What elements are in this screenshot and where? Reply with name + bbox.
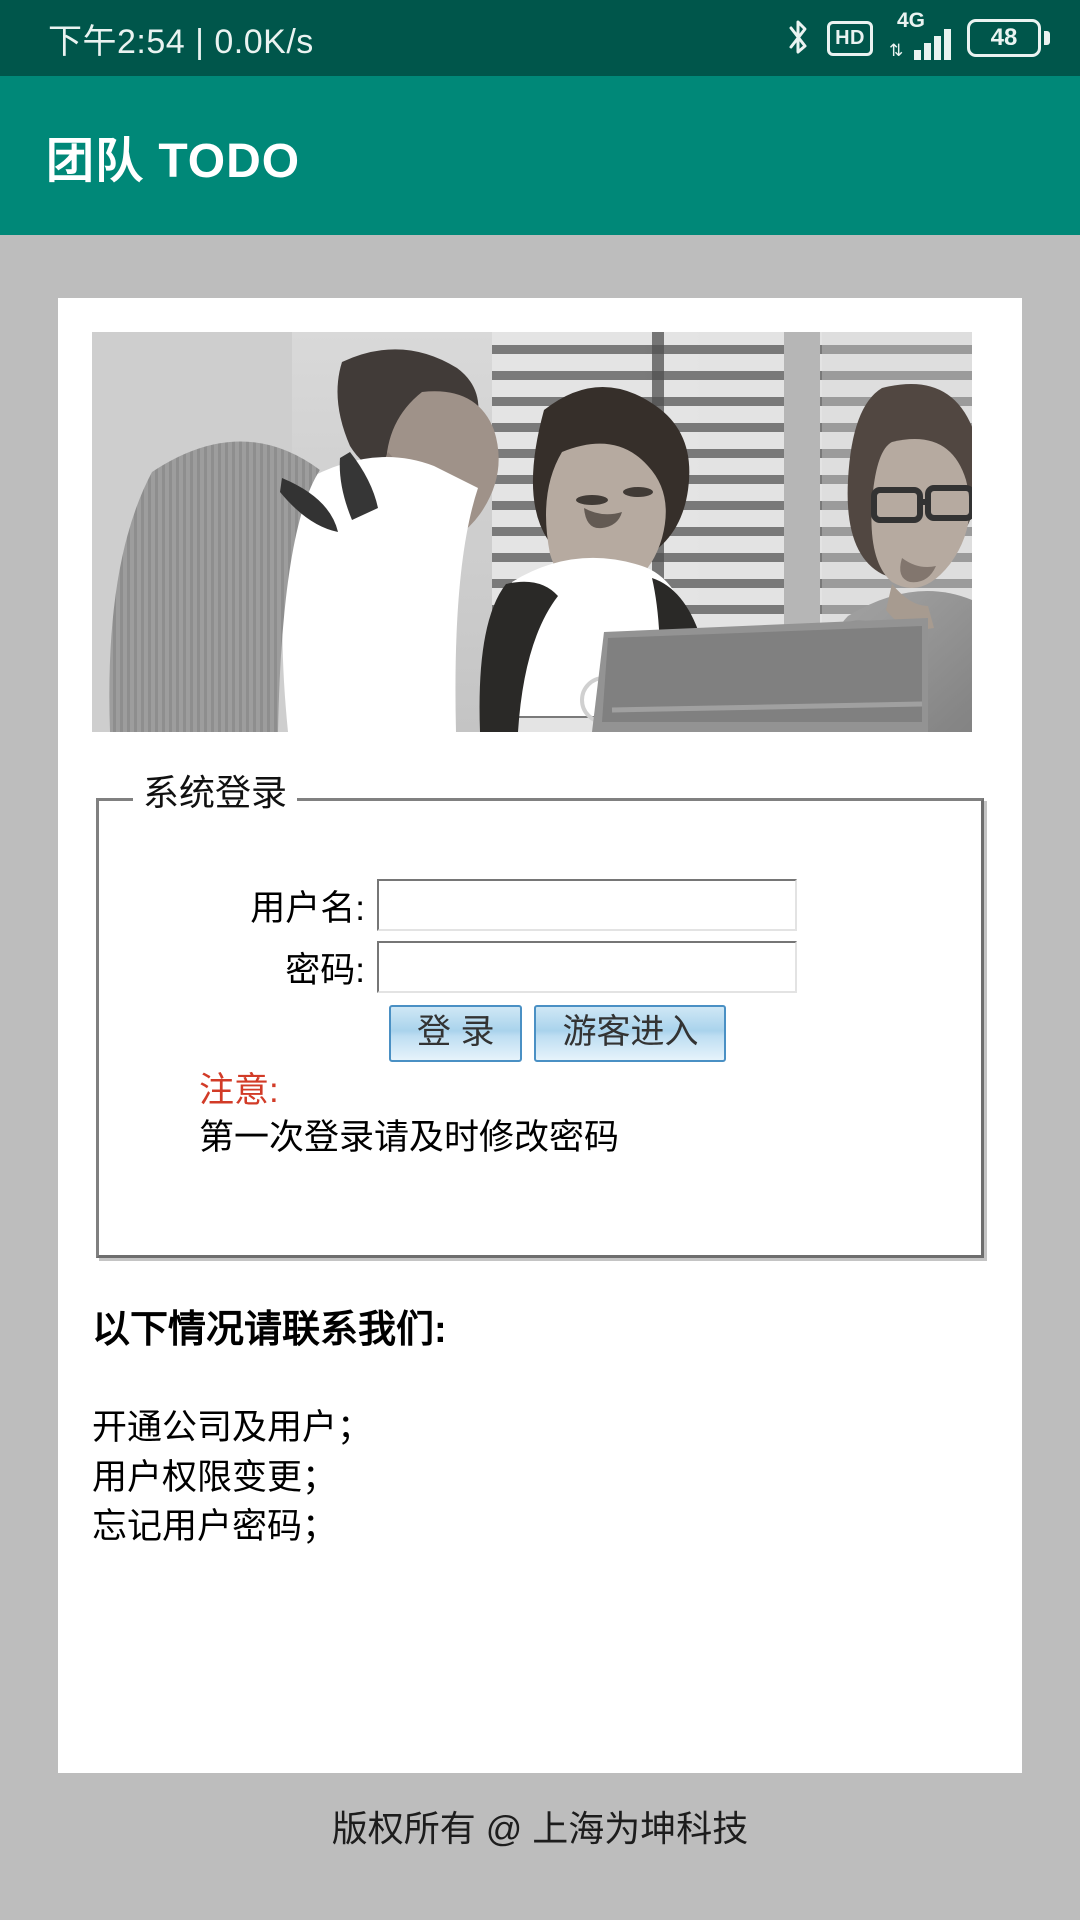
guest-entry-button[interactable]: 游客进入 (534, 1005, 727, 1062)
notice-title: 注意: (199, 1071, 279, 1110)
data-transfer-arrows-icon: ⇅ (889, 41, 904, 60)
password-label: 密码: (285, 950, 365, 990)
contact-item: 用户权限变更； (92, 1457, 338, 1497)
login-form: 用户名: 密码: 登 录 游客进入 (99, 879, 981, 1062)
app-title: 团队 TODO (46, 134, 301, 188)
app-header: 团队 TODO (0, 76, 1080, 235)
password-input[interactable] (377, 941, 797, 993)
banner-image (92, 332, 972, 732)
status-icons: HD 4G ⇅ 48 (785, 10, 1050, 60)
login-submit-button[interactable]: 登 录 (389, 1005, 523, 1062)
password-row: 密码: (99, 941, 981, 993)
login-notice: 注意: 第一次登录请及时修改密码 (199, 1067, 619, 1162)
login-legend: 系统登录 (133, 775, 298, 811)
username-input[interactable] (377, 879, 797, 931)
username-row: 用户名: (99, 879, 981, 931)
login-fieldset: 系统登录 用户名: 密码: 登 录 游客进入 注意: 第一次登录请及时修改密码 (96, 775, 984, 1258)
status-bar: 下午2:54 | 0.0K/s HD 4G ⇅ 48 (0, 0, 1080, 76)
username-label: 用户名: (250, 888, 365, 928)
contact-item: 开通公司及用户； (92, 1408, 373, 1447)
battery-icon: 48 (967, 19, 1050, 57)
network-type-label: 4G (897, 9, 926, 32)
contact-title: 以下情况请联系我们: (92, 1309, 447, 1351)
battery-percentage: 48 (967, 19, 1041, 57)
signal-bars-icon (914, 29, 951, 60)
footer-copyright: 版权所有 @ 上海为坤科技 (331, 1808, 749, 1849)
bluetooth-icon (785, 18, 811, 58)
login-card: 系统登录 用户名: 密码: 登 录 游客进入 注意: 第一次登录请及时修改密码 (58, 298, 1022, 1773)
network-signal-icon: 4G ⇅ (889, 10, 951, 60)
business-team-photo (92, 332, 972, 732)
battery-cap (1044, 31, 1050, 45)
login-buttons: 登 录 游客进入 (99, 1005, 981, 1062)
hd-voice-icon: HD (827, 20, 873, 56)
page-background: 系统登录 用户名: 密码: 登 录 游客进入 注意: 第一次登录请及时修改密码 (0, 235, 1080, 1920)
notice-text: 第一次登录请及时修改密码 (199, 1118, 620, 1158)
contact-section: 以下情况请联系我们: 开通公司及用户； 用户权限变更； 忘记用户密码； (92, 1298, 952, 1552)
status-time-and-network-speed: 下午2:54 | 0.0K/s (48, 22, 314, 61)
contact-item: 忘记用户密码； (92, 1507, 338, 1547)
